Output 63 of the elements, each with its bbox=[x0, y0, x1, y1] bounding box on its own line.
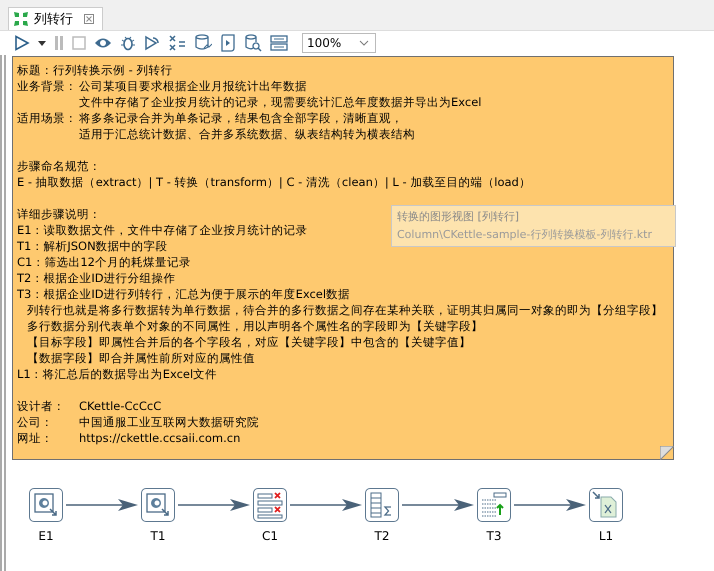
bug-icon[interactable] bbox=[120, 35, 136, 51]
note-text: L1：将汇总后的数据导出为Excel文件 bbox=[17, 366, 218, 382]
step-node[interactable] bbox=[141, 488, 175, 522]
step-label: T1 bbox=[150, 529, 166, 543]
step-node[interactable] bbox=[477, 488, 511, 522]
note-label: 适用场景： bbox=[17, 110, 78, 127]
note-text: 详细步骤说明： bbox=[17, 206, 101, 222]
caret-icon[interactable] bbox=[38, 40, 46, 46]
chevron-icon bbox=[359, 40, 369, 46]
tooltip-path: Column\CKettle-sample-行列转换模板-列转行.ktr bbox=[397, 228, 653, 242]
note-text: T2：根据企业ID进行分组操作 bbox=[17, 270, 176, 286]
note-text: 文件中存储了企业按月统计的记录，现需要统计汇总年度数据并导出为Excel bbox=[79, 94, 482, 110]
note-text: 适用于汇总统计数据、合并多系统数据、纵表结构转为横表结构 bbox=[79, 126, 415, 142]
note-text: 标题：行列转换示例 - 列转行 bbox=[17, 62, 172, 78]
step-label: C1 bbox=[262, 529, 278, 543]
note-text: T3：根据企业ID进行列转行，汇总为便于展示的年度Excel数据 bbox=[17, 286, 350, 302]
note-text: 【数据字段】即合并属性前所对应的属性值 bbox=[26, 350, 255, 366]
replay-icon[interactable] bbox=[144, 35, 160, 51]
hop-arrow bbox=[178, 498, 250, 512]
note-text: 公司某项目要求根据企业月报统计出年数据 bbox=[79, 78, 307, 94]
table-arrow-icon bbox=[480, 491, 508, 519]
step-node[interactable] bbox=[365, 488, 399, 522]
note-text: C1：筛选出12个月的耗煤量记录 bbox=[17, 254, 191, 270]
note-label: 网址： bbox=[17, 430, 54, 446]
note-text: https://ckettle.ccsaii.com.cn bbox=[79, 430, 240, 446]
note-text: 多行数据分别代表单个对象的不同属性，用以声明各个属性名的字段即为【关键字段】 bbox=[26, 318, 483, 334]
note-text: T1：解析JSON数据中的字段 bbox=[17, 238, 168, 254]
note-text: 步骤命名规范： bbox=[17, 158, 101, 174]
step-node[interactable] bbox=[29, 488, 63, 522]
file-input-icon bbox=[33, 492, 59, 518]
database-search-icon[interactable] bbox=[244, 34, 262, 52]
note-text: E - 抽取数据（extract）| T - 转换（transform）| C - 清洗（clean）| L - 加载至目的端（load） bbox=[17, 174, 531, 190]
hop-arrow bbox=[514, 498, 586, 512]
zoom-dropdown[interactable]: 100% bbox=[302, 33, 376, 53]
folded-corner-icon bbox=[660, 446, 674, 460]
file-input-icon bbox=[145, 492, 171, 518]
note-text: CKettle-CcCcC bbox=[79, 398, 162, 414]
database-icon[interactable] bbox=[194, 34, 212, 52]
note-text: 中国通服工业互联网大数据研究院 bbox=[79, 414, 259, 430]
transformation-tab[interactable]: 列转行 bbox=[8, 7, 103, 30]
filter-rows-icon bbox=[256, 491, 284, 519]
note-text: 【目标字段】即属性合并后的各个字段名，对应【关键字段】中包含的【关键字值】 bbox=[26, 334, 471, 350]
step-label: T3 bbox=[486, 529, 502, 543]
note-text: 将多条记录合并为单条记录，结果包含全部字段，清晰直观， bbox=[79, 110, 403, 126]
note-label: 设计者： bbox=[17, 398, 66, 414]
step-label: E1 bbox=[38, 529, 54, 543]
run-icon[interactable] bbox=[14, 35, 30, 51]
tooltip-title: 转换的图形视图 [列转行] bbox=[397, 209, 520, 224]
step-label: L1 bbox=[598, 529, 614, 543]
layout-icon[interactable] bbox=[270, 35, 288, 51]
hop-arrow bbox=[66, 498, 138, 512]
eye-icon[interactable] bbox=[94, 36, 112, 50]
step-label: T2 bbox=[374, 529, 390, 543]
hop-arrow bbox=[290, 498, 362, 512]
hop-arrow bbox=[402, 498, 474, 512]
note-label: 公司： bbox=[17, 414, 54, 430]
step-node[interactable] bbox=[589, 488, 623, 522]
note-text: E1：读取数据文件，文件中存储了企业按月统计的记录 bbox=[17, 222, 308, 238]
note-label: 业务背景： bbox=[17, 78, 78, 95]
step-node[interactable] bbox=[253, 488, 287, 522]
close-icon[interactable] bbox=[84, 14, 94, 24]
script-icon[interactable] bbox=[220, 34, 236, 52]
note-text: 列转行也就是将多行数据转为单行数据，待合并的多行数据之间存在某种关联，证明其归属同一对象的即为【分组字段】 bbox=[26, 302, 663, 318]
